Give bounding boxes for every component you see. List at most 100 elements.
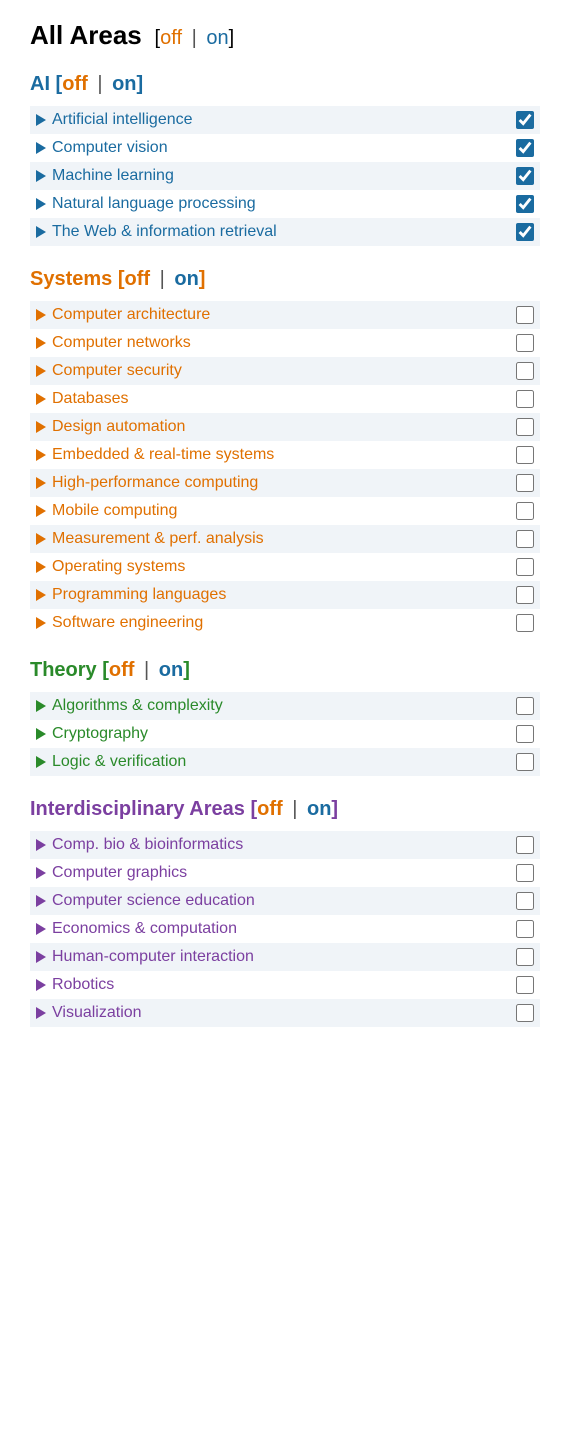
expand-triangle-icon[interactable] <box>36 756 46 768</box>
list-item: Software engineering <box>30 609 540 637</box>
area-label: Robotics <box>52 976 114 994</box>
expand-triangle-icon[interactable] <box>36 617 46 629</box>
area-checkbox[interactable] <box>516 976 534 994</box>
expand-triangle-icon[interactable] <box>36 393 46 405</box>
expand-triangle-icon[interactable] <box>36 951 46 963</box>
expand-triangle-icon[interactable] <box>36 839 46 851</box>
all-areas-off-link[interactable]: off <box>160 27 182 49</box>
list-item: Machine learning <box>30 162 540 190</box>
area-label: The Web & information retrieval <box>52 223 277 241</box>
areas-list-systems: Computer architecture Computer networks Co… <box>30 301 540 637</box>
area-label: Measurement & perf. analysis <box>52 530 264 548</box>
expand-triangle-icon[interactable] <box>36 979 46 991</box>
expand-triangle-icon[interactable] <box>36 533 46 545</box>
section-label-theory: Theory <box>30 659 97 681</box>
list-item: Cryptography <box>30 720 540 748</box>
expand-triangle-icon[interactable] <box>36 1007 46 1019</box>
section-on-systems[interactable]: on <box>174 268 198 290</box>
section-on-theory[interactable]: on <box>159 659 183 681</box>
area-checkbox[interactable] <box>516 390 534 408</box>
areas-list-ai: Artificial intelligence Computer vision Ma… <box>30 106 540 246</box>
list-item: High-performance computing <box>30 469 540 497</box>
area-checkbox[interactable] <box>516 836 534 854</box>
area-checkbox[interactable] <box>516 586 534 604</box>
area-label: Computer architecture <box>52 306 210 324</box>
section-header-systems: Systems [off | on] <box>30 268 540 291</box>
area-checkbox[interactable] <box>516 334 534 352</box>
expand-triangle-icon[interactable] <box>36 867 46 879</box>
area-checkbox[interactable] <box>516 864 534 882</box>
list-item: Logic & verification <box>30 748 540 776</box>
area-checkbox[interactable] <box>516 139 534 157</box>
all-areas-on-link[interactable]: on <box>206 27 228 49</box>
section-off-theory[interactable]: off <box>109 659 135 681</box>
list-item: Computer graphics <box>30 859 540 887</box>
expand-triangle-icon[interactable] <box>36 895 46 907</box>
area-checkbox[interactable] <box>516 725 534 743</box>
area-checkbox[interactable] <box>516 167 534 185</box>
expand-triangle-icon[interactable] <box>36 142 46 154</box>
area-checkbox[interactable] <box>516 948 534 966</box>
section-on-ai[interactable]: on <box>112 73 136 95</box>
area-label: Mobile computing <box>52 502 177 520</box>
area-label: Human-computer interaction <box>52 948 254 966</box>
expand-triangle-icon[interactable] <box>36 449 46 461</box>
area-label: Programming languages <box>52 586 226 604</box>
area-label: Artificial intelligence <box>52 111 193 129</box>
area-checkbox[interactable] <box>516 446 534 464</box>
area-checkbox[interactable] <box>516 502 534 520</box>
expand-triangle-icon[interactable] <box>36 477 46 489</box>
expand-triangle-icon[interactable] <box>36 728 46 740</box>
area-checkbox[interactable] <box>516 614 534 632</box>
expand-triangle-icon[interactable] <box>36 923 46 935</box>
expand-triangle-icon[interactable] <box>36 114 46 126</box>
list-item: Operating systems <box>30 553 540 581</box>
area-checkbox[interactable] <box>516 362 534 380</box>
list-item: Artificial intelligence <box>30 106 540 134</box>
section-off-systems[interactable]: off <box>125 268 151 290</box>
section-off-ai[interactable]: off <box>62 73 88 95</box>
area-checkbox[interactable] <box>516 753 534 771</box>
list-item: Databases <box>30 385 540 413</box>
list-item: Computer networks <box>30 329 540 357</box>
area-checkbox[interactable] <box>516 418 534 436</box>
expand-triangle-icon[interactable] <box>36 337 46 349</box>
expand-triangle-icon[interactable] <box>36 700 46 712</box>
area-label: Computer security <box>52 362 182 380</box>
area-label: Economics & computation <box>52 920 237 938</box>
expand-triangle-icon[interactable] <box>36 505 46 517</box>
expand-triangle-icon[interactable] <box>36 561 46 573</box>
area-label: Machine learning <box>52 167 174 185</box>
section-label-interdisciplinary: Interdisciplinary Areas <box>30 798 245 820</box>
expand-triangle-icon[interactable] <box>36 365 46 377</box>
section-off-interdisciplinary[interactable]: off <box>257 798 283 820</box>
section-header-ai: AI [off | on] <box>30 73 540 96</box>
area-label: Visualization <box>52 1004 142 1022</box>
area-checkbox[interactable] <box>516 474 534 492</box>
page-title: All Areas [off | on] <box>30 20 540 51</box>
expand-triangle-icon[interactable] <box>36 309 46 321</box>
area-checkbox[interactable] <box>516 1004 534 1022</box>
expand-triangle-icon[interactable] <box>36 226 46 238</box>
area-checkbox[interactable] <box>516 558 534 576</box>
list-item: Robotics <box>30 971 540 999</box>
area-label: Embedded & real-time systems <box>52 446 274 464</box>
area-checkbox[interactable] <box>516 223 534 241</box>
area-checkbox[interactable] <box>516 111 534 129</box>
area-checkbox[interactable] <box>516 892 534 910</box>
area-checkbox[interactable] <box>516 920 534 938</box>
area-label: Design automation <box>52 418 185 436</box>
expand-triangle-icon[interactable] <box>36 589 46 601</box>
area-checkbox[interactable] <box>516 697 534 715</box>
area-label: Computer vision <box>52 139 168 157</box>
area-checkbox[interactable] <box>516 306 534 324</box>
sections-container: AI [off | on] Artificial intelligence Comp… <box>30 73 540 1027</box>
section-label-systems: Systems <box>30 268 112 290</box>
area-checkbox[interactable] <box>516 530 534 548</box>
expand-triangle-icon[interactable] <box>36 170 46 182</box>
list-item: Programming languages <box>30 581 540 609</box>
area-checkbox[interactable] <box>516 195 534 213</box>
expand-triangle-icon[interactable] <box>36 421 46 433</box>
expand-triangle-icon[interactable] <box>36 198 46 210</box>
section-on-interdisciplinary[interactable]: on <box>307 798 331 820</box>
